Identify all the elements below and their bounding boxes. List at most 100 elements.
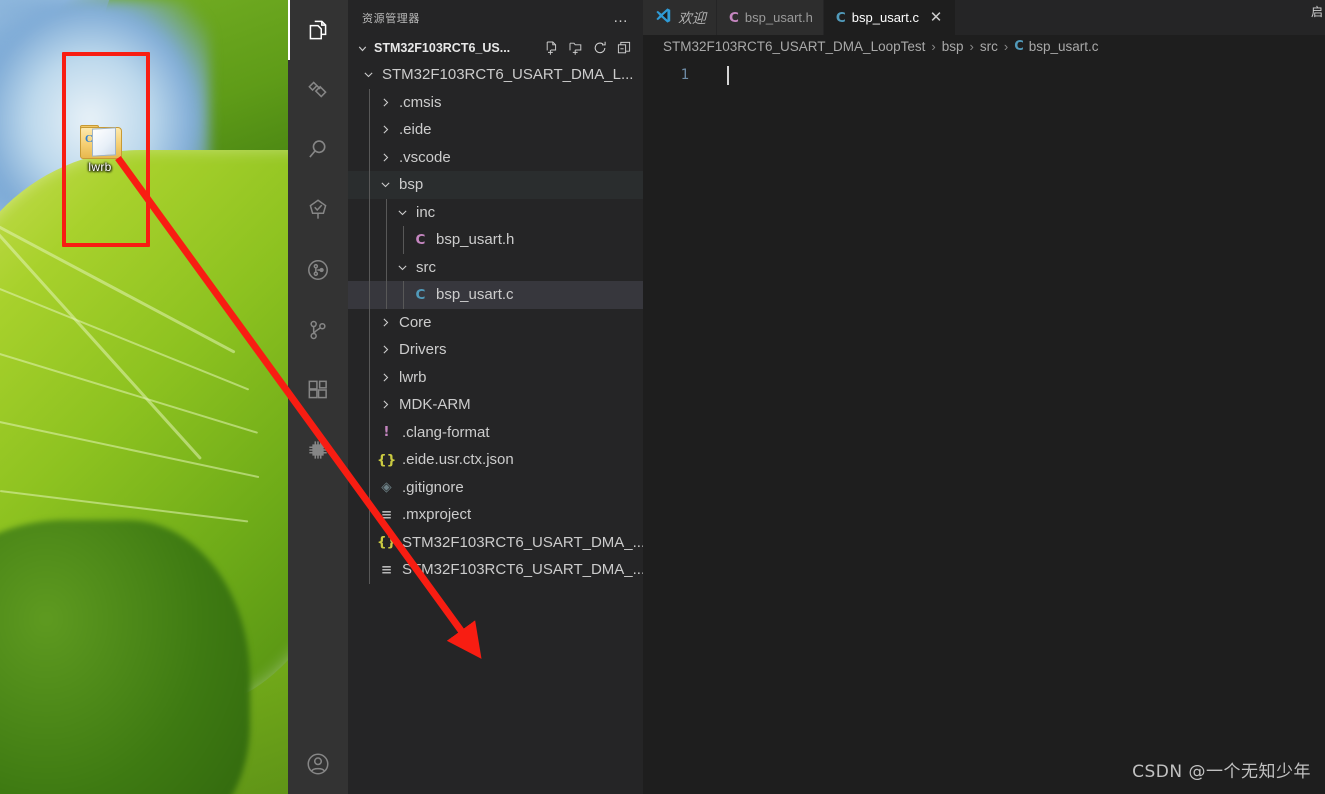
indent-guide [386,198,387,226]
tree-item-label: .gitignore [402,478,464,496]
breadcrumb-item[interactable]: bsp [942,39,964,54]
breadcrumb-file[interactable]: bsp_usart.c [1029,39,1099,54]
new-folder-icon[interactable] [565,37,587,59]
indent-guide [369,116,370,144]
tree-folder-row[interactable]: bsp [348,171,643,199]
indent-guide [369,528,370,556]
breadcrumb-item[interactable]: STM32F103RCT6_USART_DMA_LoopTest [663,39,925,54]
activity-item-explorer[interactable] [288,0,348,60]
tree-file-row[interactable]: ◈ .gitignore [348,473,643,501]
indent-guide [369,308,370,336]
chevron-down-icon[interactable] [360,66,377,83]
tree-file-row[interactable]: {} STM32F103RCT6_USART_DMA_... [348,528,646,556]
activity-item-eide-build[interactable] [288,60,348,120]
indent-guide [386,281,387,309]
code-line-1[interactable] [727,65,1325,86]
breadcrumb-separator: › [931,38,936,54]
editor-tab-bar: 欢迎 C bsp_usart.h C bsp_usart.c ✕ 启 [643,0,1325,35]
tree-file-row[interactable]: ≡ .mxproject [348,501,643,529]
tree-item-label: Core [399,313,432,331]
indent-guide [403,281,404,309]
tab-bar-right-glyph: 启 [1310,5,1323,19]
tree-folder-row[interactable]: MDK-ARM [348,391,643,419]
file-type-icon: ◈ [381,479,392,496]
indent-guide [369,171,370,199]
tree-file-row[interactable]: ≡ STM32F103RCT6_USART_DMA_... [348,556,645,584]
tree-item-label: STM32F103RCT6_USART_DMA_... [402,533,646,551]
tab-welcome[interactable]: 欢迎 [643,0,717,35]
indent-guide [369,88,370,116]
indent-guide [369,226,370,254]
indent-guide [369,446,370,474]
indent-guide [369,363,370,391]
breadcrumb-item[interactable]: src [980,39,998,54]
tree-item-label: src [416,258,436,276]
activity-item-eide-tree[interactable] [288,180,348,240]
code-editor[interactable]: 1 CSDN @一个无知少年 [643,57,1325,794]
tree-item-label: bsp_usart.c [436,286,514,304]
tree-item-label: STM32F103RCT6_USART_DMA_L... [382,66,634,84]
activity-item-accounts[interactable] [288,734,348,794]
tree-folder-row[interactable]: inc [348,198,643,226]
tree-file-row[interactable]: ! .clang-format [348,418,643,446]
tab-bsp-usart-h[interactable]: C bsp_usart.h [717,0,824,35]
tree-check-icon [305,197,331,223]
activity-item-search[interactable] [288,120,348,180]
new-file-icon[interactable] [541,37,563,59]
tree-file-row[interactable]: Cbsp_usart.c [348,281,643,309]
explorer-sidebar: 资源管理器 … STM32F103RCT6_US... STM32F103RCT… [348,0,646,794]
desktop-icon-lwrb[interactable]: C lwrb [72,125,128,174]
breadcrumb-separator: › [969,38,974,54]
tree-folder-row[interactable]: Core [348,308,643,336]
refresh-icon[interactable] [589,37,611,59]
activity-bar [288,0,348,794]
indent-guide [403,226,404,254]
indent-guide [369,501,370,529]
tree-folder-row[interactable]: STM32F103RCT6_USART_DMA_L... [348,61,643,89]
close-icon[interactable]: ✕ [927,9,945,27]
collapse-all-icon[interactable] [613,37,635,59]
tree-folder-row[interactable]: lwrb [348,363,643,391]
chevron-down-icon[interactable] [394,204,411,221]
chevron-right-icon[interactable] [377,121,394,138]
tree-folder-row[interactable]: src [348,253,643,281]
chevron-down-icon[interactable] [354,40,371,57]
activity-item-debug[interactable] [288,240,348,300]
explorer-more-actions-button[interactable]: … [605,10,637,25]
chevron-right-icon[interactable] [377,94,394,111]
c-header-file-icon: C [729,9,739,26]
tree-folder-row[interactable]: Drivers [348,336,643,364]
tree-file-row[interactable]: {} .eide.usr.ctx.json [348,446,643,474]
tab-label: 欢迎 [678,9,706,26]
files-icon [305,17,331,43]
file-type-icon: {} [377,451,397,468]
desktop-icon-label: lwrb [88,160,112,174]
file-type-icon: ≡ [380,506,393,523]
tree-folder-row[interactable]: .eide [348,116,643,144]
chevron-right-icon[interactable] [377,369,394,386]
indent-guide [369,391,370,419]
chevron-down-icon[interactable] [377,176,394,193]
chevron-right-icon[interactable] [377,149,394,166]
chevron-right-icon[interactable] [377,341,394,358]
explorer-root-folder-row[interactable]: STM32F103RCT6_US... [348,35,643,61]
chevron-right-icon[interactable] [377,396,394,413]
activity-item-extensions[interactable] [288,360,348,420]
file-type-icon: ≡ [380,561,393,578]
file-tree: STM32F103RCT6_USART_DMA_L... .cmsis .eide.… [348,61,646,584]
tree-file-row[interactable]: Cbsp_usart.h [348,226,643,254]
tree-folder-row[interactable]: .vscode [348,143,643,171]
indent-guide [369,281,370,309]
tab-bsp-usart-c[interactable]: C bsp_usart.c ✕ [823,0,956,35]
chevron-down-icon[interactable] [394,259,411,276]
activity-item-chip[interactable] [288,420,348,480]
tree-folder-row[interactable]: .cmsis [348,88,643,116]
indent-guide [386,253,387,281]
indent-guide [369,473,370,501]
chevron-right-icon[interactable] [377,314,394,331]
tree-item-label: Drivers [399,341,447,359]
source-control-icon [305,317,331,343]
tree-item-label: bsp_usart.h [436,231,515,249]
activity-item-source-control[interactable] [288,300,348,360]
line-number: 1 [680,67,689,83]
